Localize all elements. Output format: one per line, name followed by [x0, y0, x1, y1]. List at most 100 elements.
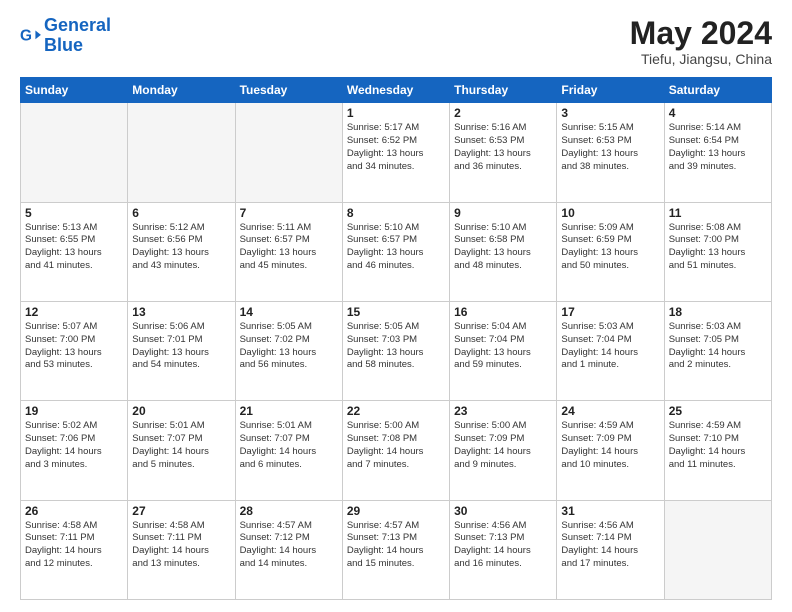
- calendar-cell: 31Sunrise: 4:56 AM Sunset: 7:14 PM Dayli…: [557, 500, 664, 599]
- calendar-cell: 23 Sunrise: 5:00 AM Sunset: 7:09 PM Dayli…: [450, 401, 557, 500]
- calendar-cell: 16 Sunrise: 5:04 AM Sunset: 7:04 PM Dayli…: [450, 301, 557, 400]
- weekday-header: Thursday: [450, 78, 557, 103]
- day-info: Sunrise: 5:16 AM Sunset: 6:53 PM Dayligh…: [454, 122, 552, 173]
- day-number: 19: [25, 404, 123, 418]
- day-number: 16: [454, 305, 552, 319]
- day-number: 22: [347, 404, 445, 418]
- svg-text:G: G: [20, 27, 32, 44]
- day-info: Sunrise: 5:00 AM Sunset: 7:09 PM Dayligh…: [454, 420, 552, 471]
- day-info: Sunrise: 5:17 AM Sunset: 6:52 PM Dayligh…: [347, 122, 445, 173]
- weekday-header: Saturday: [664, 78, 771, 103]
- day-info: Sunrise: 4:59 AM Sunset: 7:10 PM Dayligh…: [669, 420, 767, 471]
- calendar-cell: 17Sunrise: 5:03 AM Sunset: 7:04 PM Dayli…: [557, 301, 664, 400]
- calendar-cell: 6 Sunrise: 5:12 AM Sunset: 6:56 PM Daylig…: [128, 202, 235, 301]
- day-info: Sunrise: 5:10 AM Sunset: 6:57 PM Dayligh…: [347, 222, 445, 273]
- day-info: Sunrise: 4:58 AM Sunset: 7:11 PM Dayligh…: [132, 520, 230, 571]
- title-block: May 2024 Tiefu, Jiangsu, China: [630, 16, 772, 67]
- header: G General Blue May 2024 Tiefu, Jiangsu, …: [20, 16, 772, 67]
- calendar-cell: 22Sunrise: 5:00 AM Sunset: 7:08 PM Dayli…: [342, 401, 449, 500]
- weekday-header: Sunday: [21, 78, 128, 103]
- day-number: 26: [25, 504, 123, 518]
- day-number: 29: [347, 504, 445, 518]
- day-info: Sunrise: 5:05 AM Sunset: 7:02 PM Dayligh…: [240, 321, 338, 372]
- day-number: 6: [132, 206, 230, 220]
- calendar-cell: 24 Sunrise: 4:59 AM Sunset: 7:09 PM Dayli…: [557, 401, 664, 500]
- calendar-cell: 9 Sunrise: 5:10 AM Sunset: 6:58 PM Daylig…: [450, 202, 557, 301]
- day-number: 20: [132, 404, 230, 418]
- day-number: 2: [454, 106, 552, 120]
- day-number: 5: [25, 206, 123, 220]
- calendar-cell: 5Sunrise: 5:13 AM Sunset: 6:55 PM Daylig…: [21, 202, 128, 301]
- calendar-cell: 30Sunrise: 4:56 AM Sunset: 7:13 PM Dayli…: [450, 500, 557, 599]
- day-number: 25: [669, 404, 767, 418]
- calendar-header-row: SundayMondayTuesdayWednesdayThursdayFrid…: [21, 78, 772, 103]
- calendar-cell: 7Sunrise: 5:11 AM Sunset: 6:57 PM Daylig…: [235, 202, 342, 301]
- calendar-cell: 1 Sunrise: 5:17 AM Sunset: 6:52 PM Daylig…: [342, 103, 449, 202]
- logo: G General Blue: [20, 16, 111, 56]
- calendar-cell: 27Sunrise: 4:58 AM Sunset: 7:11 PM Dayli…: [128, 500, 235, 599]
- calendar-cell: 29Sunrise: 4:57 AM Sunset: 7:13 PM Dayli…: [342, 500, 449, 599]
- logo-general: General: [44, 15, 111, 35]
- calendar-cell: [21, 103, 128, 202]
- day-number: 23: [454, 404, 552, 418]
- day-info: Sunrise: 5:15 AM Sunset: 6:53 PM Dayligh…: [561, 122, 659, 173]
- day-info: Sunrise: 5:03 AM Sunset: 7:05 PM Dayligh…: [669, 321, 767, 372]
- logo-blue: Blue: [44, 35, 83, 55]
- calendar-cell: 13Sunrise: 5:06 AM Sunset: 7:01 PM Dayli…: [128, 301, 235, 400]
- day-info: Sunrise: 4:57 AM Sunset: 7:12 PM Dayligh…: [240, 520, 338, 571]
- weekday-header: Friday: [557, 78, 664, 103]
- logo-icon: G: [20, 25, 42, 47]
- logo-text: General Blue: [44, 16, 111, 56]
- day-info: Sunrise: 5:07 AM Sunset: 7:00 PM Dayligh…: [25, 321, 123, 372]
- day-number: 28: [240, 504, 338, 518]
- day-number: 3: [561, 106, 659, 120]
- day-info: Sunrise: 5:10 AM Sunset: 6:58 PM Dayligh…: [454, 222, 552, 273]
- calendar-week-row: 1 Sunrise: 5:17 AM Sunset: 6:52 PM Daylig…: [21, 103, 772, 202]
- calendar-cell: 3 Sunrise: 5:15 AM Sunset: 6:53 PM Daylig…: [557, 103, 664, 202]
- calendar-table: SundayMondayTuesdayWednesdayThursdayFrid…: [20, 77, 772, 600]
- calendar-cell: 4Sunrise: 5:14 AM Sunset: 6:54 PM Daylig…: [664, 103, 771, 202]
- day-info: Sunrise: 5:04 AM Sunset: 7:04 PM Dayligh…: [454, 321, 552, 372]
- day-number: 12: [25, 305, 123, 319]
- calendar-cell: 28 Sunrise: 4:57 AM Sunset: 7:12 PM Dayli…: [235, 500, 342, 599]
- day-info: Sunrise: 5:12 AM Sunset: 6:56 PM Dayligh…: [132, 222, 230, 273]
- day-number: 24: [561, 404, 659, 418]
- calendar-week-row: 19 Sunrise: 5:02 AM Sunset: 7:06 PM Dayli…: [21, 401, 772, 500]
- calendar-week-row: 26 Sunrise: 4:58 AM Sunset: 7:11 PM Dayli…: [21, 500, 772, 599]
- calendar-cell: 8 Sunrise: 5:10 AM Sunset: 6:57 PM Daylig…: [342, 202, 449, 301]
- calendar-cell: [128, 103, 235, 202]
- calendar-cell: 14 Sunrise: 5:05 AM Sunset: 7:02 PM Dayli…: [235, 301, 342, 400]
- calendar-week-row: 5Sunrise: 5:13 AM Sunset: 6:55 PM Daylig…: [21, 202, 772, 301]
- day-info: Sunrise: 5:01 AM Sunset: 7:07 PM Dayligh…: [132, 420, 230, 471]
- day-number: 10: [561, 206, 659, 220]
- calendar-week-row: 12 Sunrise: 5:07 AM Sunset: 7:00 PM Dayli…: [21, 301, 772, 400]
- day-number: 17: [561, 305, 659, 319]
- day-info: Sunrise: 5:01 AM Sunset: 7:07 PM Dayligh…: [240, 420, 338, 471]
- day-info: Sunrise: 5:05 AM Sunset: 7:03 PM Dayligh…: [347, 321, 445, 372]
- day-number: 21: [240, 404, 338, 418]
- day-number: 18: [669, 305, 767, 319]
- day-number: 9: [454, 206, 552, 220]
- day-info: Sunrise: 4:59 AM Sunset: 7:09 PM Dayligh…: [561, 420, 659, 471]
- calendar-cell: 21 Sunrise: 5:01 AM Sunset: 7:07 PM Dayli…: [235, 401, 342, 500]
- day-number: 11: [669, 206, 767, 220]
- calendar-cell: 18 Sunrise: 5:03 AM Sunset: 7:05 PM Dayli…: [664, 301, 771, 400]
- calendar-cell: 11Sunrise: 5:08 AM Sunset: 7:00 PM Dayli…: [664, 202, 771, 301]
- calendar-cell: 25 Sunrise: 4:59 AM Sunset: 7:10 PM Dayli…: [664, 401, 771, 500]
- day-number: 14: [240, 305, 338, 319]
- calendar-cell: 20 Sunrise: 5:01 AM Sunset: 7:07 PM Dayli…: [128, 401, 235, 500]
- day-number: 13: [132, 305, 230, 319]
- calendar-cell: 2 Sunrise: 5:16 AM Sunset: 6:53 PM Daylig…: [450, 103, 557, 202]
- day-number: 1: [347, 106, 445, 120]
- calendar-cell: 12 Sunrise: 5:07 AM Sunset: 7:00 PM Dayli…: [21, 301, 128, 400]
- weekday-header: Monday: [128, 78, 235, 103]
- day-info: Sunrise: 5:11 AM Sunset: 6:57 PM Dayligh…: [240, 222, 338, 273]
- day-info: Sunrise: 5:02 AM Sunset: 7:06 PM Dayligh…: [25, 420, 123, 471]
- calendar-cell: 26Sunrise: 4:58 AM Sunset: 7:11 PM Dayli…: [21, 500, 128, 599]
- day-number: 31: [561, 504, 659, 518]
- weekday-header: Wednesday: [342, 78, 449, 103]
- day-number: 15: [347, 305, 445, 319]
- weekday-header: Tuesday: [235, 78, 342, 103]
- calendar-cell: 15 Sunrise: 5:05 AM Sunset: 7:03 PM Dayli…: [342, 301, 449, 400]
- day-number: 8: [347, 206, 445, 220]
